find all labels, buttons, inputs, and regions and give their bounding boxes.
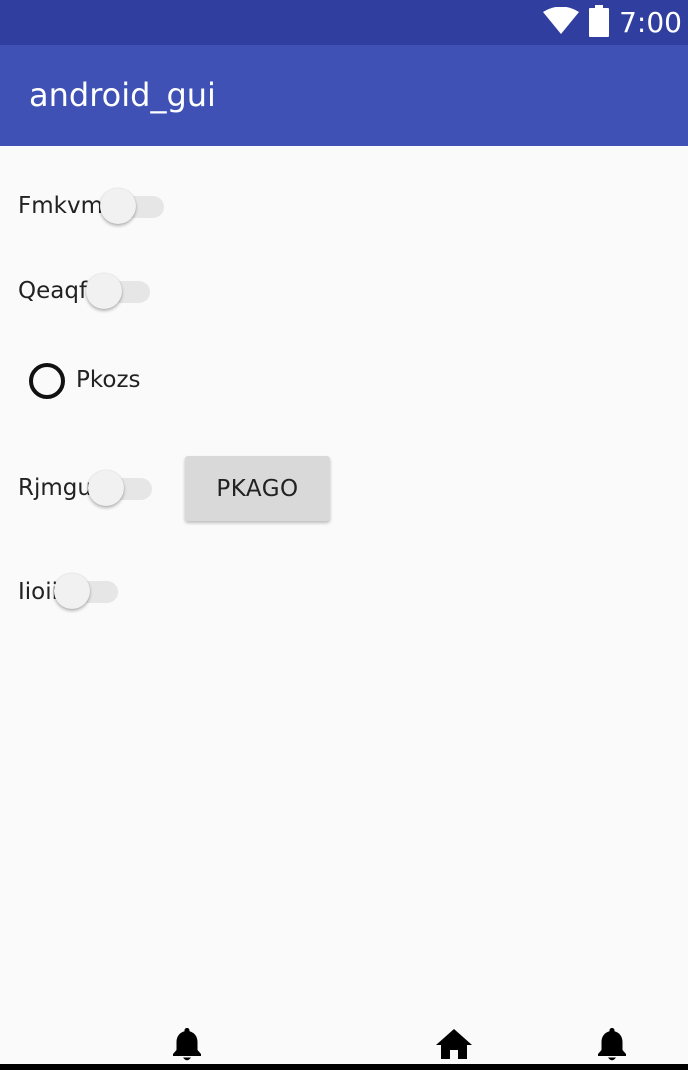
radio-button-pkozs[interactable] — [29, 363, 65, 399]
switch-label-rjmgu: Rjmgu — [18, 475, 92, 501]
switch-thumb — [88, 470, 124, 506]
bottom-nav-bar-edge — [0, 1064, 688, 1070]
switch-thumb — [54, 573, 90, 609]
wifi-icon — [543, 6, 580, 39]
bell-icon[interactable] — [171, 1026, 203, 1066]
switch-label-iioii: Iioii — [18, 579, 59, 605]
status-time: 7:00 — [619, 6, 682, 39]
app-bar: android_gui — [0, 45, 688, 146]
battery-icon — [589, 5, 610, 41]
switch-label-fmkvm: Fmkvm — [18, 193, 103, 219]
switch-thumb — [100, 188, 136, 224]
bell-icon[interactable] — [596, 1026, 628, 1066]
status-bar: 7:00 — [0, 0, 688, 45]
switch-rjmgu[interactable] — [88, 468, 154, 508]
radio-label-pkozs: Pkozs — [76, 367, 141, 393]
switch-fmkvm[interactable] — [100, 186, 166, 226]
status-icons: 7:00 — [543, 4, 682, 42]
switch-label-qeaqf: Qeaqf — [18, 278, 88, 304]
app-title: android_gui — [29, 76, 216, 114]
switch-thumb — [86, 273, 122, 309]
home-icon[interactable] — [436, 1028, 472, 1064]
pkago-button[interactable]: PKAGO — [185, 456, 330, 521]
switch-iioii[interactable] — [54, 571, 120, 611]
switch-qeaqf[interactable] — [86, 271, 152, 311]
